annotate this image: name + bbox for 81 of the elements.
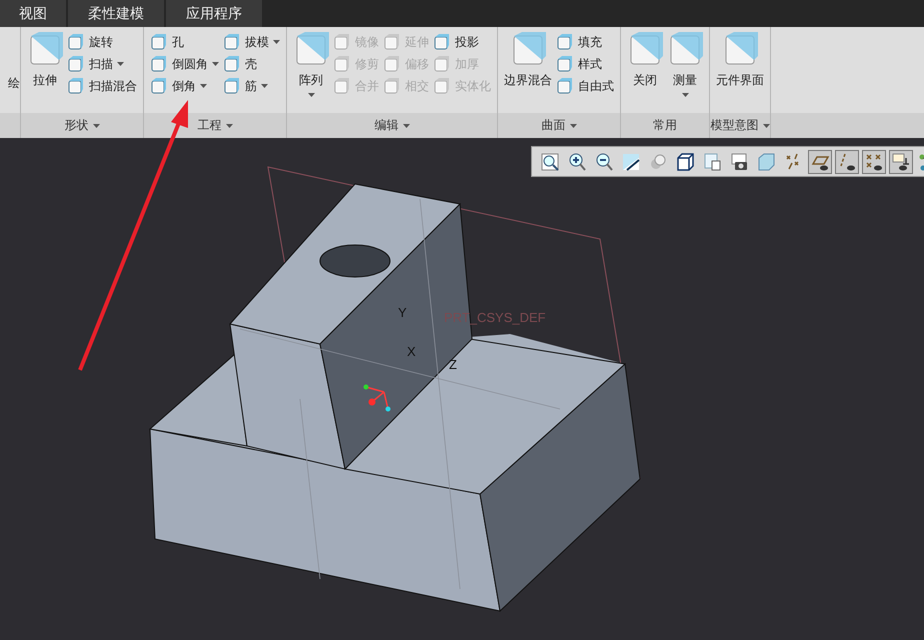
ribbon-button[interactable]: 关闭 [627,30,663,89]
axis-label: Z [449,357,457,372]
ribbon-button[interactable]: 自由式 [556,77,614,95]
feature-icon [150,55,168,73]
camera-icon [729,152,749,172]
dropdown-caret-icon [261,84,268,88]
zoom-out-icon [594,152,614,172]
repaint-icon [621,152,641,172]
ribbon-button[interactable]: 阵列 [293,30,329,97]
csys-display-icon [891,152,911,172]
point-display-icon [864,152,884,172]
ribbon-button[interactable]: 拔模 [223,33,280,51]
dropdown-caret-icon [308,93,314,97]
feature-icon [333,55,351,73]
feature-icon [556,77,574,95]
feature-icon [67,77,85,95]
feature-icon [433,55,451,73]
ribbon-button[interactable]: 绘 [8,27,20,92]
ribbon-tab[interactable]: 应用程序 [166,0,262,27]
ribbon-tab[interactable]: 柔性建模 [68,0,164,27]
dropdown-caret-icon [212,62,219,66]
ribbon-button[interactable]: 旋转 [67,33,137,51]
group-label[interactable]: 形状 [64,117,100,134]
feature-icon [383,55,401,73]
ribbon-button[interactable]: 扫描混合 [67,77,137,95]
group-label[interactable]: 工程 [198,117,232,134]
cube-icon [675,152,695,172]
feature-icon [67,33,85,51]
ribbon-button[interactable]: 元件界面 [716,30,764,89]
feature-icon [433,33,451,51]
dropdown-caret-icon [200,84,207,88]
ribbon-button[interactable]: 拉伸 [27,30,63,89]
dropdown-caret-icon [762,124,770,128]
feature-icon [383,77,401,95]
ribbon-button[interactable]: 填充 [556,33,614,51]
toolbar-button[interactable] [862,150,886,174]
axis-label: Y [398,305,407,320]
feature-icon [433,77,451,95]
feature-icon [223,55,241,73]
dropdown-caret-icon [570,124,576,128]
views-icon [702,152,722,172]
dropdown-caret-icon [402,124,410,128]
transparent-cube-icon [756,152,776,172]
refit-icon [540,152,560,172]
ribbon-button[interactable]: 倒圆角 [150,55,219,73]
ribbon-button[interactable]: 扫描 [67,55,137,73]
dropdown-caret-icon [226,124,232,128]
feature-icon [383,33,401,51]
ribbon-button[interactable]: 倒角 [150,77,219,95]
feature-icon [223,33,241,51]
ribbon-button[interactable]: 投影 [433,33,491,51]
dropdown-caret-icon [273,40,280,44]
toolbar-button[interactable] [835,150,859,174]
spheres-icon [648,152,668,172]
feature-icon [67,55,85,73]
group-label: 常用 [653,117,677,134]
coordinate-triad-icon [364,384,390,412]
ribbon-tab[interactable]: 视图 [0,0,66,27]
ribbon-button[interactable]: 测量 [667,30,703,97]
group-label[interactable]: 曲面 [542,117,576,134]
feature-icon [556,55,574,73]
dropdown-caret-icon [92,124,100,128]
group-label[interactable]: 编辑 [374,117,410,134]
ribbon-button[interactable]: 壳 [223,55,280,73]
dropdown-caret-icon [117,62,124,66]
ribbon-button[interactable]: 样式 [556,55,614,73]
zoom-in-icon [567,152,587,172]
ribbon-button[interactable]: 边界混合 [504,30,552,89]
feature-icon [556,33,574,51]
toolbar-button[interactable] [889,150,913,174]
feature-icon [223,77,241,95]
axis-label: X [407,344,416,359]
group-label[interactable]: 模型意图 [710,117,770,134]
feature-icon [150,33,168,51]
feature-icon [333,77,351,95]
ribbon-button[interactable]: 筋 [223,77,280,95]
ribbon-button[interactable]: 孔 [150,33,219,51]
dropdown-caret-icon [682,93,688,97]
feature-icon [150,77,168,95]
feature-icon [333,33,351,51]
toolbar-button[interactable] [808,150,832,174]
